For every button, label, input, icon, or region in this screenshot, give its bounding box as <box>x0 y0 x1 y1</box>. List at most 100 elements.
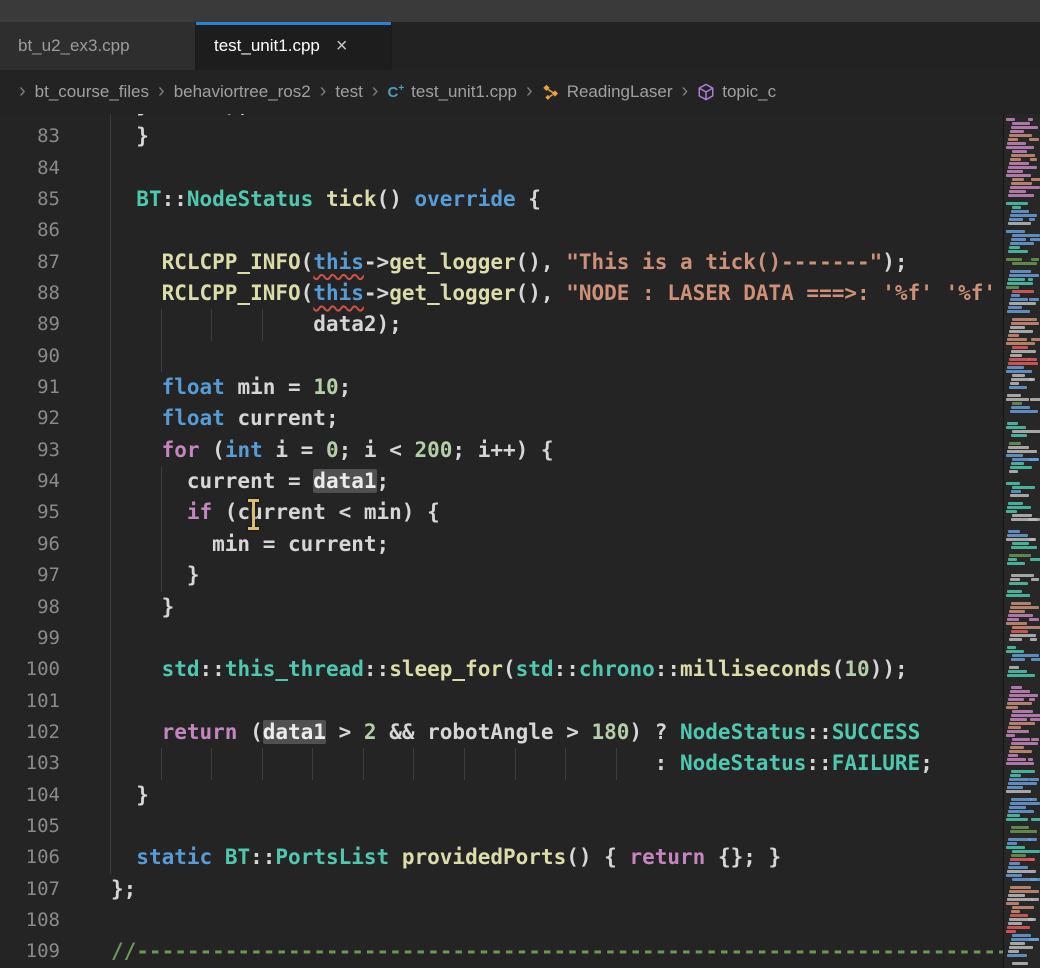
line-number[interactable]: 83 <box>0 121 60 152</box>
line-number[interactable]: 88 <box>0 278 60 309</box>
code-line[interactable]: 105 <box>0 811 1003 842</box>
breadcrumb-item-ReadingLaser[interactable]: ReadingLaser <box>542 82 673 102</box>
line-content[interactable]: RCLCPP_INFO(this->get_logger(), "NODE : … <box>111 278 1003 309</box>
line-number[interactable]: 96 <box>0 529 60 560</box>
line-number[interactable]: 94 <box>0 466 60 497</box>
minimap-line <box>1007 366 1024 369</box>
line-content[interactable]: data2); <box>111 309 1003 340</box>
code-line[interactable]: 101 <box>0 686 1003 717</box>
line-content[interactable] <box>111 341 1003 372</box>
tab-bt_u2_ex3-cpp[interactable]: bt_u2_ex3.cpp <box>0 22 196 70</box>
minimap[interactable] <box>1003 114 1040 968</box>
line-number[interactable]: 82 <box>0 114 60 121</box>
line-content[interactable]: float min = 10; <box>111 372 1003 403</box>
code-line[interactable]: 102 return (data1 > 2 && robotAngle > 18… <box>0 717 1003 748</box>
code-line[interactable]: 109 //-----------------------------------… <box>0 936 1003 967</box>
line-number[interactable]: 102 <box>0 717 60 748</box>
line-content[interactable] <box>111 686 1003 717</box>
line-content[interactable]: } <box>111 780 1003 811</box>
line-number[interactable]: 109 <box>0 936 60 967</box>
code-line[interactable]: 95 if (current < min) { <box>0 497 1003 528</box>
line-content[interactable]: } <box>111 592 1003 623</box>
line-content[interactable]: RCLCPP_INFO(this->get_logger(), "This is… <box>111 247 1003 278</box>
code-line[interactable]: 96 min = current; <box>0 529 1003 560</box>
code-editor[interactable]: 82 } );83 }8485 BT::NodeStatus tick() ov… <box>0 114 1003 968</box>
code-line[interactable]: 103 : NodeStatus::FAILURE; <box>0 748 1003 779</box>
code-line[interactable]: 97 } <box>0 560 1003 591</box>
code-line[interactable]: 84 <box>0 153 1003 184</box>
close-icon[interactable]: × <box>336 36 348 56</box>
line-number[interactable]: 104 <box>0 780 60 811</box>
minimap-line <box>1028 118 1033 121</box>
line-number[interactable]: 101 <box>0 686 60 717</box>
line-content[interactable]: BT::NodeStatus tick() override { <box>111 184 1003 215</box>
tab-test_unit1-cpp[interactable]: test_unit1.cpp× <box>196 22 392 70</box>
line-content[interactable]: for (int i = 0; i < 200; i++) { <box>111 435 1003 466</box>
breadcrumb-item-behaviortree_ros2[interactable]: behaviortree_ros2 <box>174 82 311 102</box>
code-line[interactable]: 99 <box>0 623 1003 654</box>
code-line[interactable]: 85 BT::NodeStatus tick() override { <box>0 184 1003 215</box>
line-content[interactable]: static BT::PortsList providedPorts() { r… <box>111 842 1003 873</box>
line-content[interactable] <box>111 623 1003 654</box>
chevron-right-icon: › <box>149 80 174 103</box>
line-content[interactable]: }; <box>111 874 1003 905</box>
line-content[interactable] <box>111 215 1003 246</box>
line-content[interactable] <box>111 153 1003 184</box>
line-content[interactable] <box>111 811 1003 842</box>
line-number[interactable]: 84 <box>0 153 60 184</box>
code-line[interactable]: 98 } <box>0 592 1003 623</box>
line-number[interactable]: 87 <box>0 247 60 278</box>
line-number[interactable]: 100 <box>0 654 60 685</box>
code-line[interactable]: 86 <box>0 215 1003 246</box>
line-number[interactable]: 98 <box>0 592 60 623</box>
code-line[interactable]: 107}; <box>0 874 1003 905</box>
breadcrumb-item-test[interactable]: test <box>335 82 362 102</box>
line-number[interactable]: 97 <box>0 560 60 591</box>
code-line[interactable]: 100 std::this_thread::sleep_for(std::chr… <box>0 654 1003 685</box>
code-line[interactable]: 92 float current; <box>0 403 1003 434</box>
line-content[interactable]: if (current < min) { <box>111 497 1003 528</box>
code-line[interactable]: 94 current = data1; <box>0 466 1003 497</box>
breadcrumb-item-test_unit1-cpp[interactable]: C+test_unit1.cpp <box>387 82 517 102</box>
code-line[interactable]: 88 RCLCPP_INFO(this->get_logger(), "NODE… <box>0 278 1003 309</box>
code-line[interactable]: 91 float min = 10; <box>0 372 1003 403</box>
breadcrumb-item-topic_c[interactable]: topic_c <box>697 82 776 102</box>
code-line[interactable]: 89 data2); <box>0 309 1003 340</box>
line-number[interactable]: 103 <box>0 748 60 779</box>
code-line[interactable]: 93 for (int i = 0; i < 200; i++) { <box>0 435 1003 466</box>
line-content[interactable]: } <box>111 121 1003 152</box>
code-line[interactable]: 104 } <box>0 780 1003 811</box>
line-content[interactable]: //--------------------------------------… <box>111 936 1003 967</box>
line-content[interactable]: } <box>111 560 1003 591</box>
line-number[interactable]: 99 <box>0 623 60 654</box>
line-content[interactable]: float current; <box>111 403 1003 434</box>
code-line[interactable]: 108 <box>0 905 1003 936</box>
line-number[interactable]: 107 <box>0 874 60 905</box>
minimap-line <box>1007 310 1030 313</box>
line-number[interactable]: 91 <box>0 372 60 403</box>
line-number[interactable]: 93 <box>0 435 60 466</box>
line-number[interactable]: 105 <box>0 811 60 842</box>
line-number[interactable]: 95 <box>0 497 60 528</box>
code-line[interactable]: 106 static BT::PortsList providedPorts()… <box>0 842 1003 873</box>
line-number[interactable]: 86 <box>0 215 60 246</box>
line-number[interactable]: 106 <box>0 842 60 873</box>
code-line[interactable]: 90 <box>0 341 1003 372</box>
line-content[interactable]: std::this_thread::sleep_for(std::chrono:… <box>111 654 1003 685</box>
code-line[interactable]: 83 } <box>0 121 1003 152</box>
code-line[interactable]: 82 } ); <box>0 114 1003 121</box>
line-number[interactable]: 85 <box>0 184 60 215</box>
line-content[interactable]: min = current; <box>111 529 1003 560</box>
line-number[interactable]: 89 <box>0 309 60 340</box>
line-number[interactable]: 108 <box>0 905 60 936</box>
line-content[interactable]: } ); <box>111 114 1003 121</box>
line-content[interactable] <box>111 905 1003 936</box>
code-line[interactable]: 87 RCLCPP_INFO(this->get_logger(), "This… <box>0 247 1003 278</box>
breadcrumb-item-bt_course_files[interactable]: bt_course_files <box>35 82 149 102</box>
line-content[interactable]: : NodeStatus::FAILURE; <box>111 748 1003 779</box>
line-number[interactable]: 92 <box>0 403 60 434</box>
line-content[interactable]: return (data1 > 2 && robotAngle > 180) ?… <box>111 717 1003 748</box>
line-number[interactable]: 90 <box>0 341 60 372</box>
line-content[interactable]: current = data1; <box>111 466 1003 497</box>
code-token: ) ? <box>629 720 680 744</box>
